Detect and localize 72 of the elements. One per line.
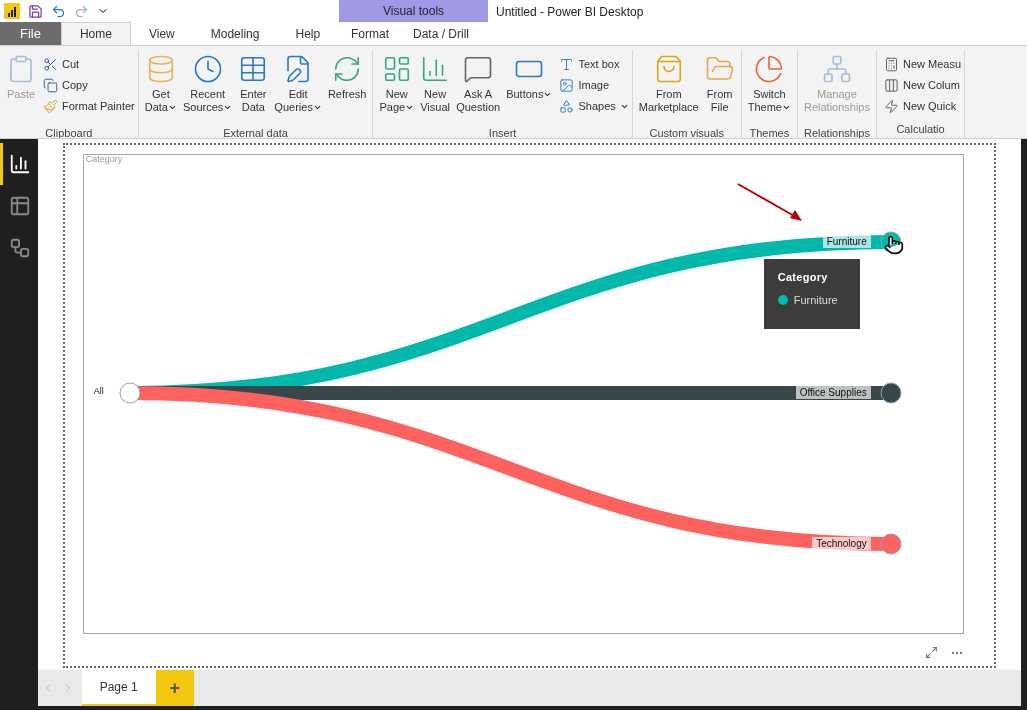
ribbon-tab[interactable]: Home [60,22,131,45]
shapes-icon [559,99,575,114]
ribbon-button[interactable]: Shapes [559,96,629,117]
clock-icon [192,54,223,84]
focus-mode-icon[interactable] [924,646,938,659]
target-node[interactable] [880,533,902,555]
tooltip-item: Furniture [793,292,838,308]
ribbon-button[interactable]: From Marketplace [635,50,702,126]
visual-container[interactable]: Category Furniture Category Furniture All Office Supplies Technology [62,143,996,668]
ribbon-button[interactable]: Switch Theme [744,50,794,126]
app-logo-icon [4,3,20,19]
ribbon-group-label: External data [223,126,288,138]
node-label: Office Supplies [795,386,871,399]
ribbon-button[interactable]: From File [701,50,738,126]
model-view-icon [9,237,32,259]
ribbon-button[interactable]: New Visual [417,50,454,126]
copy-icon [43,78,58,93]
ribbon-button[interactable]: Recent Sources [180,50,236,126]
caret-icon [312,103,322,112]
ribbon-button[interactable]: Copy [43,75,135,96]
quick-measure-icon [884,99,899,114]
ribbon-button[interactable]: Edit Queries [271,50,325,126]
relationships-icon [821,54,852,84]
ribbon-group-label: Themes [749,126,790,138]
paintbrush-icon [43,99,58,114]
annotation-arrow [736,183,802,221]
add-page-button[interactable]: + [155,670,194,706]
ribbon-button[interactable]: Format Painter [43,96,135,117]
hand-cursor-icon [883,235,904,255]
ribbon-group-label: Custom visuals [649,126,725,138]
ribbon-button[interactable]: New Colum [884,75,962,96]
calculator-icon [884,57,899,72]
data-view-icon [9,195,32,217]
ribbon-button[interactable]: Refresh [324,50,370,126]
tooltip-title: Category [777,270,829,285]
ribbon-button[interactable]: Text box [559,54,629,75]
ribbon-button[interactable]: New Page [376,50,418,126]
save-icon[interactable] [28,3,43,19]
node-label: All [93,385,104,398]
ribbon-group-label: Insert [488,126,517,138]
ribbon-button[interactable]: New Measu [884,54,962,75]
report-view-icon [9,153,32,175]
ribbon-button[interactable]: Ask A Question [453,50,504,126]
target-node[interactable] [880,382,902,404]
source-node[interactable] [119,382,141,404]
column-table-icon [884,78,899,93]
theme-pie-icon [754,54,785,84]
ribbon-button[interactable]: Buttons [503,50,556,126]
ribbon-button[interactable]: Get Data [141,50,180,126]
text-box-icon [559,57,575,72]
visual-title: Category [85,153,123,166]
image-icon [559,78,575,93]
scissors-icon [43,57,58,72]
ribbon-group-label: Calculatio [896,122,945,137]
window-title: Untitled - Power BI Desktop [495,4,644,21]
ribbon-button[interactable]: Image [559,75,629,96]
contextual-group-label: Visual tools [339,0,488,22]
node-label: Technology [812,537,871,550]
node-label: Furniture [822,235,871,248]
caret-icon [168,103,177,112]
speech-bubble-icon [463,54,494,84]
undo-icon[interactable] [51,3,66,19]
ribbon-button[interactable]: New Quick [884,96,962,117]
caret-icon [223,103,233,112]
file-tab[interactable]: File [0,22,61,45]
caret-icon [543,90,553,99]
page-tab[interactable]: Page 1 [81,670,156,706]
caret-icon [619,102,629,111]
ribbon-button[interactable]: Cut [43,54,135,75]
ribbon-button[interactable]: Enter Data [235,50,272,126]
caret-icon [781,103,791,112]
caret-icon [405,103,415,112]
